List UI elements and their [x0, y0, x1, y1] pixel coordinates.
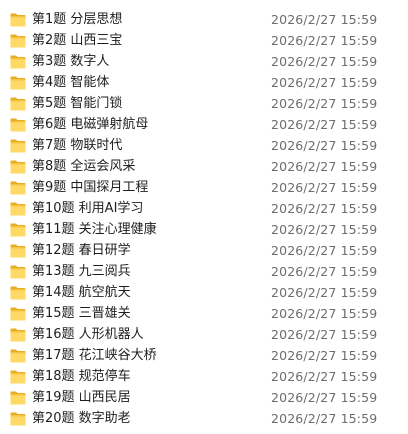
file-modified-date: 2026/2/27 15:59	[271, 285, 378, 300]
file-modified-date: 2026/2/27 15:59	[271, 33, 378, 48]
file-name: 第1题 分层思想	[32, 12, 123, 27]
folder-icon	[10, 159, 26, 174]
file-name: 第8题 全运会风采	[32, 159, 136, 174]
file-row[interactable]: 第6题 电磁弹射航母 2026/2/27 15:59	[0, 114, 408, 135]
folder-icon	[10, 138, 26, 153]
folder-icon	[10, 180, 26, 195]
file-row[interactable]: 第19题 山西民居 2026/2/27 15:59	[0, 387, 408, 408]
file-row[interactable]: 第4题 智能体 2026/2/27 15:59	[0, 72, 408, 93]
file-modified-date: 2026/2/27 15:59	[271, 327, 378, 342]
file-row[interactable]: 第17题 花江峡谷大桥 2026/2/27 15:59	[0, 345, 408, 366]
file-name: 第10题 利用AI学习	[32, 201, 144, 216]
file-name: 第16题 人形机器人	[32, 327, 144, 342]
file-modified-date: 2026/2/27 15:59	[271, 243, 378, 258]
file-name: 第7题 物联时代	[32, 138, 123, 153]
folder-icon	[10, 390, 26, 405]
file-modified-date: 2026/2/27 15:59	[271, 96, 378, 111]
file-row[interactable]: 第5题 智能门锁 2026/2/27 15:59	[0, 93, 408, 114]
folder-icon	[10, 369, 26, 384]
file-modified-date: 2026/2/27 15:59	[271, 75, 378, 90]
file-name: 第20题 数字助老	[32, 411, 131, 426]
folder-icon	[10, 264, 26, 279]
folder-icon	[10, 327, 26, 342]
file-name: 第14题 航空航天	[32, 285, 131, 300]
file-list: 第1题 分层思想 2026/2/27 15:59 第2题 山西三宝 2026/2/27…	[0, 0, 408, 434]
file-name: 第18题 规范停车	[32, 369, 131, 384]
file-modified-date: 2026/2/27 15:59	[271, 54, 378, 69]
folder-icon	[10, 96, 26, 111]
file-modified-date: 2026/2/27 15:59	[271, 306, 378, 321]
folder-icon	[10, 306, 26, 321]
file-name: 第19题 山西民居	[32, 390, 131, 405]
folder-icon	[10, 243, 26, 258]
file-modified-date: 2026/2/27 15:59	[271, 159, 378, 174]
file-name: 第17题 花江峡谷大桥	[32, 348, 157, 363]
file-modified-date: 2026/2/27 15:59	[271, 411, 378, 426]
file-modified-date: 2026/2/27 15:59	[271, 138, 378, 153]
file-name: 第15题 三晋雄关	[32, 306, 131, 321]
file-name: 第5题 智能门锁	[32, 96, 123, 111]
folder-icon	[10, 12, 26, 27]
file-modified-date: 2026/2/27 15:59	[271, 222, 378, 237]
folder-icon	[10, 348, 26, 363]
file-row[interactable]: 第14题 航空航天 2026/2/27 15:59	[0, 282, 408, 303]
file-name: 第6题 电磁弹射航母	[32, 117, 149, 132]
file-name: 第11题 关注心理健康	[32, 222, 157, 237]
file-row[interactable]: 第18题 规范停车 2026/2/27 15:59	[0, 366, 408, 387]
file-row[interactable]: 第1题 分层思想 2026/2/27 15:59	[0, 9, 408, 30]
file-row[interactable]: 第8题 全运会风采 2026/2/27 15:59	[0, 156, 408, 177]
file-name: 第12题 春日研学	[32, 243, 131, 258]
file-row[interactable]: 第15题 三晋雄关 2026/2/27 15:59	[0, 303, 408, 324]
file-row[interactable]: 第11题 关注心理健康 2026/2/27 15:59	[0, 219, 408, 240]
folder-icon	[10, 75, 26, 90]
folder-icon	[10, 201, 26, 216]
file-row[interactable]: 第3题 数字人 2026/2/27 15:59	[0, 51, 408, 72]
file-name: 第9题 中国探月工程	[32, 180, 149, 195]
folder-icon	[10, 33, 26, 48]
file-modified-date: 2026/2/27 15:59	[271, 117, 378, 132]
file-name: 第3题 数字人	[32, 54, 110, 69]
file-row[interactable]: 第7题 物联时代 2026/2/27 15:59	[0, 135, 408, 156]
file-row[interactable]: 第2题 山西三宝 2026/2/27 15:59	[0, 30, 408, 51]
file-name: 第4题 智能体	[32, 75, 110, 90]
file-row[interactable]: 第20题 数字助老 2026/2/27 15:59	[0, 408, 408, 429]
folder-icon	[10, 285, 26, 300]
file-modified-date: 2026/2/27 15:59	[271, 201, 378, 216]
folder-icon	[10, 54, 26, 69]
folder-icon	[10, 117, 26, 132]
file-modified-date: 2026/2/27 15:59	[271, 348, 378, 363]
folder-icon	[10, 411, 26, 426]
file-row[interactable]: 第13题 九三阅兵 2026/2/27 15:59	[0, 261, 408, 282]
file-modified-date: 2026/2/27 15:59	[271, 12, 378, 27]
file-row[interactable]: 第16题 人形机器人 2026/2/27 15:59	[0, 324, 408, 345]
file-name: 第2题 山西三宝	[32, 33, 123, 48]
file-modified-date: 2026/2/27 15:59	[271, 264, 378, 279]
file-modified-date: 2026/2/27 15:59	[271, 180, 378, 195]
file-row[interactable]: 第9题 中国探月工程 2026/2/27 15:59	[0, 177, 408, 198]
folder-icon	[10, 222, 26, 237]
file-row[interactable]: 第10题 利用AI学习 2026/2/27 15:59	[0, 198, 408, 219]
file-name: 第13题 九三阅兵	[32, 264, 131, 279]
file-modified-date: 2026/2/27 15:59	[271, 369, 378, 384]
file-modified-date: 2026/2/27 15:59	[271, 390, 378, 405]
file-row[interactable]: 第12题 春日研学 2026/2/27 15:59	[0, 240, 408, 261]
